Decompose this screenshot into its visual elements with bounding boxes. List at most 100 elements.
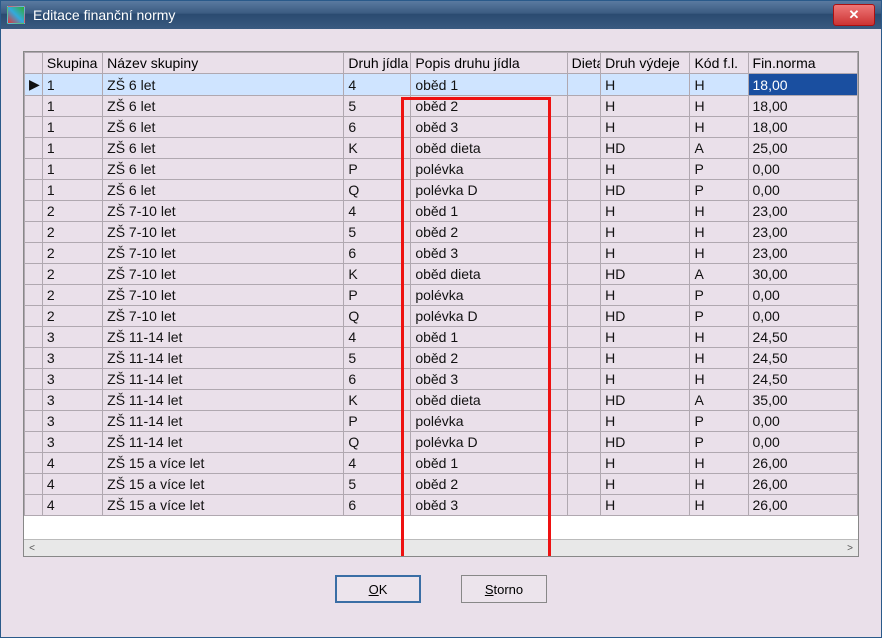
cell-diet[interactable]	[567, 138, 600, 159]
table-row[interactable]: 2ZŠ 7-10 letQpolévka DHDP0,00	[25, 306, 858, 327]
cell-kod[interactable]: P	[690, 285, 748, 306]
cell-druh[interactable]: P	[344, 285, 411, 306]
table-row[interactable]: 3ZŠ 11-14 letKoběd dietaHDA35,00	[25, 390, 858, 411]
cell-sk[interactable]: 2	[42, 201, 102, 222]
row-selector[interactable]	[25, 285, 43, 306]
cell-pop[interactable]: oběd dieta	[411, 138, 567, 159]
cell-druh[interactable]: 4	[344, 327, 411, 348]
cell-kod[interactable]: P	[690, 432, 748, 453]
cell-naz[interactable]: ZŠ 11-14 let	[103, 369, 344, 390]
cell-diet[interactable]	[567, 285, 600, 306]
table-row[interactable]: 2ZŠ 7-10 let5oběd 2HH23,00	[25, 222, 858, 243]
cell-kod[interactable]: P	[690, 411, 748, 432]
cell-druh[interactable]: K	[344, 264, 411, 285]
cell-fin[interactable]: 24,50	[748, 327, 857, 348]
table-row[interactable]: 2ZŠ 7-10 let6oběd 3HH23,00	[25, 243, 858, 264]
row-selector[interactable]	[25, 96, 43, 117]
cell-diet[interactable]	[567, 327, 600, 348]
cell-vyd[interactable]: HD	[601, 264, 690, 285]
cell-vyd[interactable]: HD	[601, 390, 690, 411]
cell-sk[interactable]: 4	[42, 495, 102, 516]
cell-pop[interactable]: oběd 3	[411, 243, 567, 264]
cell-sk[interactable]: 2	[42, 306, 102, 327]
cell-pop[interactable]: oběd 1	[411, 74, 567, 96]
cell-kod[interactable]: H	[690, 474, 748, 495]
table-row[interactable]: 2ZŠ 7-10 let4oběd 1HH23,00	[25, 201, 858, 222]
cell-sk[interactable]: 3	[42, 390, 102, 411]
table-row[interactable]: 3ZŠ 11-14 let4oběd 1HH24,50	[25, 327, 858, 348]
row-selector[interactable]	[25, 222, 43, 243]
row-selector[interactable]	[25, 180, 43, 201]
table-row[interactable]: 1ZŠ 6 let5oběd 2HH18,00	[25, 96, 858, 117]
cell-pop[interactable]: polévka	[411, 411, 567, 432]
grid-scroll[interactable]: Skupina Název skupiny Druh jídla Popis d…	[24, 52, 858, 540]
cell-fin[interactable]: 0,00	[748, 159, 857, 180]
table-row[interactable]: 1ZŠ 6 letKoběd dietaHDA25,00	[25, 138, 858, 159]
cell-diet[interactable]	[567, 453, 600, 474]
row-selector[interactable]	[25, 327, 43, 348]
cell-kod[interactable]: H	[690, 222, 748, 243]
cell-kod[interactable]: H	[690, 327, 748, 348]
cell-fin[interactable]: 0,00	[748, 432, 857, 453]
cell-fin[interactable]: 25,00	[748, 138, 857, 159]
row-selector[interactable]	[25, 453, 43, 474]
cell-druh[interactable]: 5	[344, 348, 411, 369]
cell-naz[interactable]: ZŠ 6 let	[103, 96, 344, 117]
cell-sk[interactable]: 2	[42, 264, 102, 285]
cell-pop[interactable]: polévka D	[411, 180, 567, 201]
cell-pop[interactable]: oběd 2	[411, 474, 567, 495]
cell-kod[interactable]: P	[690, 180, 748, 201]
cell-naz[interactable]: ZŠ 11-14 let	[103, 411, 344, 432]
horizontal-scrollbar[interactable]: < >	[24, 539, 858, 556]
header-druh[interactable]: Druh jídla	[344, 53, 411, 74]
cell-vyd[interactable]: H	[601, 453, 690, 474]
cell-druh[interactable]: 5	[344, 222, 411, 243]
cell-vyd[interactable]: H	[601, 327, 690, 348]
cell-pop[interactable]: oběd 3	[411, 369, 567, 390]
row-selector[interactable]	[25, 432, 43, 453]
cell-fin[interactable]: 18,00	[748, 74, 857, 96]
header-dieta[interactable]: Dieta	[567, 53, 600, 74]
cell-pop[interactable]: oběd 2	[411, 348, 567, 369]
row-selector[interactable]	[25, 348, 43, 369]
cell-vyd[interactable]: H	[601, 411, 690, 432]
cell-fin[interactable]: 23,00	[748, 222, 857, 243]
cell-pop[interactable]: oběd 1	[411, 453, 567, 474]
cell-kod[interactable]: A	[690, 138, 748, 159]
cell-kod[interactable]: H	[690, 74, 748, 96]
cell-naz[interactable]: ZŠ 6 let	[103, 159, 344, 180]
cell-druh[interactable]: 4	[344, 74, 411, 96]
cell-druh[interactable]: 6	[344, 369, 411, 390]
cell-sk[interactable]: 2	[42, 285, 102, 306]
cell-diet[interactable]	[567, 432, 600, 453]
cell-naz[interactable]: ZŠ 15 a více let	[103, 453, 344, 474]
cell-druh[interactable]: Q	[344, 432, 411, 453]
cell-pop[interactable]: oběd 3	[411, 495, 567, 516]
cell-vyd[interactable]: H	[601, 495, 690, 516]
cell-fin[interactable]: 24,50	[748, 369, 857, 390]
table-row[interactable]: 1ZŠ 6 letQpolévka DHDP0,00	[25, 180, 858, 201]
cell-pop[interactable]: oběd 1	[411, 327, 567, 348]
cell-vyd[interactable]: HD	[601, 306, 690, 327]
cell-naz[interactable]: ZŠ 7-10 let	[103, 222, 344, 243]
cell-vyd[interactable]: HD	[601, 138, 690, 159]
cell-naz[interactable]: ZŠ 7-10 let	[103, 285, 344, 306]
header-vydeje[interactable]: Druh výdeje	[601, 53, 690, 74]
cell-fin[interactable]: 26,00	[748, 474, 857, 495]
cell-diet[interactable]	[567, 474, 600, 495]
table-row[interactable]: 2ZŠ 7-10 letKoběd dietaHDA30,00	[25, 264, 858, 285]
table-row[interactable]: 3ZŠ 11-14 letQpolévka DHDP0,00	[25, 432, 858, 453]
cell-fin[interactable]: 0,00	[748, 306, 857, 327]
table-row[interactable]: ▶1ZŠ 6 let4oběd 1HH18,00	[25, 74, 858, 96]
cell-druh[interactable]: K	[344, 390, 411, 411]
cell-diet[interactable]	[567, 243, 600, 264]
cell-sk[interactable]: 4	[42, 453, 102, 474]
cell-druh[interactable]: Q	[344, 306, 411, 327]
cell-druh[interactable]: 6	[344, 495, 411, 516]
table-row[interactable]: 1ZŠ 6 letPpolévkaHP0,00	[25, 159, 858, 180]
storno-button[interactable]: Storno	[461, 575, 547, 603]
cell-fin[interactable]: 26,00	[748, 453, 857, 474]
header-kod[interactable]: Kód f.l.	[690, 53, 748, 74]
cell-diet[interactable]	[567, 369, 600, 390]
cell-sk[interactable]: 1	[42, 96, 102, 117]
